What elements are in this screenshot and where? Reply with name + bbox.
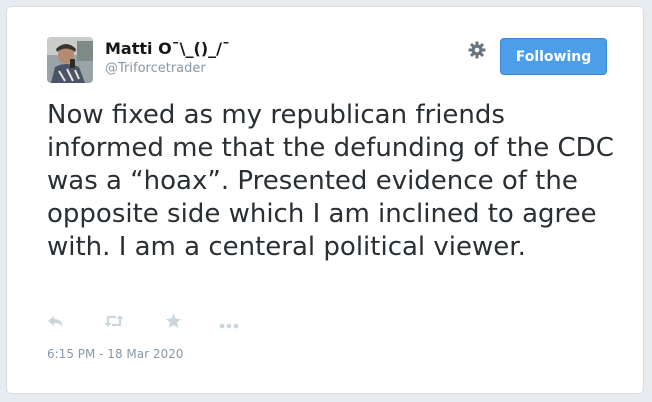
more-icon[interactable] [219,316,239,335]
gear-icon[interactable] [467,40,487,60]
retweet-icon[interactable] [104,313,124,333]
avatar-image [47,37,93,83]
author-name[interactable]: Matti O¯\_()_/¯ [105,39,230,58]
star-icon[interactable] [165,313,182,333]
tweet-text: Now fixed as my republican friends infor… [47,100,614,262]
reply-icon[interactable] [47,313,65,333]
tweet-card: Matti O¯\_()_/¯ @Triforcetrader Followin… [6,6,644,394]
tweet-timestamp[interactable]: 6:15 PM - 18 Mar 2020 [47,347,183,361]
avatar[interactable] [47,37,93,83]
author-handle[interactable]: @Triforcetrader [105,61,206,76]
following-button[interactable]: Following [500,38,607,75]
